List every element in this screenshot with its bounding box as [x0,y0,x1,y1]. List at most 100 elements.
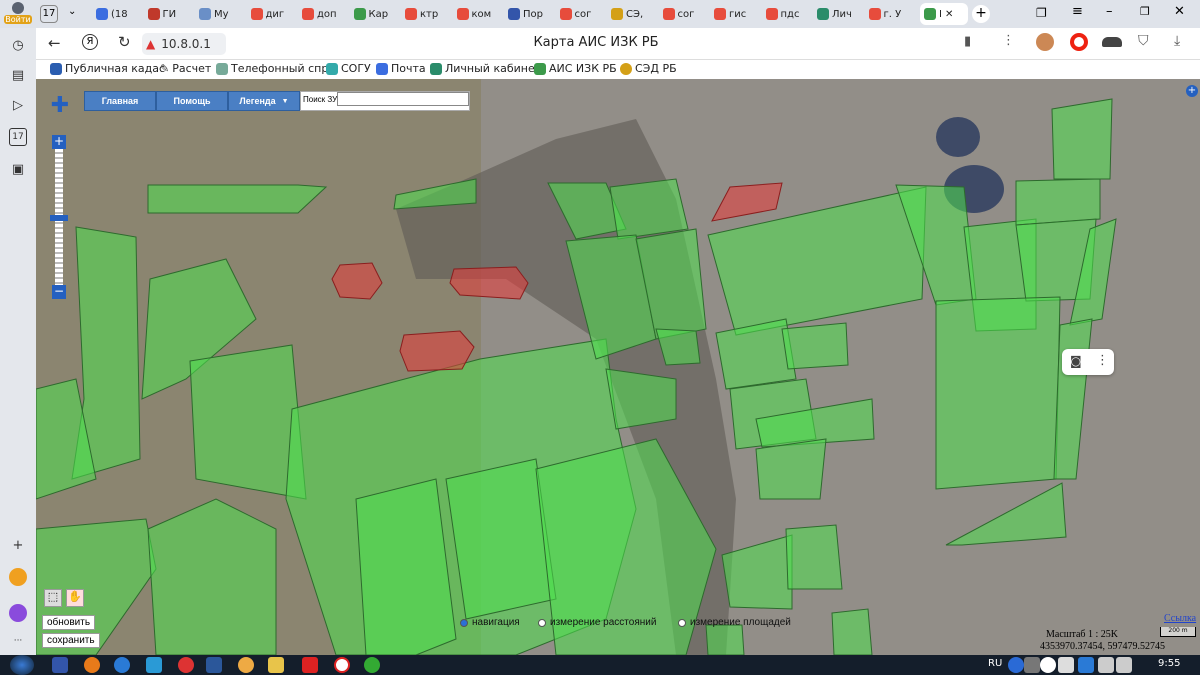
tray-icon[interactable] [1078,657,1094,673]
bookmark-item[interactable]: АИС ИЗК РБ [534,62,617,75]
extension-hat-icon[interactable] [1102,37,1122,47]
word-icon[interactable] [206,657,222,673]
browser-tab[interactable]: сог [662,3,707,25]
bookmark-item[interactable]: Публичная кадас [50,62,165,75]
permalink[interactable]: Ссылка [1164,613,1196,624]
pan-arrows-icon[interactable]: ✚ [46,87,74,127]
menu-help[interactable]: Помощь [156,91,228,111]
history-icon[interactable]: ◷ [9,36,27,54]
browser-tab[interactable]: диг [250,3,295,25]
volume-icon[interactable] [1116,657,1132,673]
refresh-button[interactable]: обновить [42,615,96,630]
parcel[interactable] [755,438,827,500]
save-button[interactable]: сохранить [42,633,100,648]
parcel[interactable] [147,498,277,655]
language-indicator[interactable]: RU [988,658,1002,669]
tab-active[interactable]: І ✕ [920,3,968,25]
browser-tab[interactable]: (18 [96,3,140,25]
parcel[interactable] [705,624,745,655]
opera-icon[interactable] [1070,33,1088,51]
mode-navigation[interactable]: навигация [460,617,520,628]
reload-icon[interactable]: ↻ [118,33,131,51]
profile-button[interactable]: Войти [4,2,32,26]
parcel[interactable] [1051,98,1113,180]
explorer-icon[interactable] [268,657,284,673]
parcel[interactable] [831,608,873,655]
browser-tab[interactable]: СЭ, [611,3,655,25]
menu-icon[interactable]: ≡ [1072,4,1083,19]
more-icon[interactable]: ⋮ [1096,353,1109,368]
calendar-icon[interactable]: 17 [9,128,27,146]
minimize-button[interactable]: – [1106,4,1113,19]
tray-icon[interactable] [1024,657,1040,673]
tab-count-badge[interactable]: 17 [40,5,58,23]
yandex-browser-icon[interactable] [334,657,350,673]
parcel[interactable] [781,322,849,370]
collections-icon[interactable]: ❐ [1036,6,1047,20]
bookmark-item[interactable]: СОГУ [326,62,371,75]
chrome-icon[interactable] [238,657,254,673]
mode-area[interactable]: измерение площадей [678,617,791,628]
alice-icon[interactable] [9,604,27,622]
help-icon[interactable] [1008,657,1024,673]
parcel[interactable] [609,178,689,240]
menu-legend[interactable]: Легенда ▼ [228,91,300,111]
map-viewport[interactable]: ✚ + − Главная Помощь Легенда ▼ Поиск ЗУ +… [36,79,1200,655]
zoom-slider-thumb[interactable] [50,215,68,221]
app-icon[interactable] [178,657,194,673]
save-app-icon[interactable] [52,657,68,673]
browser-tab[interactable]: ктр [405,3,449,25]
search-input[interactable] [337,92,469,106]
parcel[interactable] [605,368,677,430]
browser-tab[interactable]: гис [714,3,758,25]
clock[interactable]: 9:55 [1158,658,1180,669]
parcel[interactable] [785,524,843,590]
ie-icon[interactable] [114,657,130,673]
download-icon[interactable]: ⤓ [1174,33,1180,49]
video-icon[interactable]: ▷ [9,96,27,114]
mode-distance[interactable]: измерение расстояний [538,617,656,628]
network-icon[interactable] [1098,657,1114,673]
screenshot-icon[interactable]: ▣ [9,160,27,178]
browser-tab[interactable]: пдс [765,3,810,25]
parcel[interactable] [935,296,1061,490]
browser-tab[interactable]: Кар [353,3,398,25]
app-icon[interactable] [146,657,162,673]
bookmark-item[interactable]: Телефонный спра [216,62,335,75]
browser-tab[interactable]: ГИ [147,3,192,25]
more-options-icon[interactable]: ⋮ [1002,33,1015,48]
extension-icon[interactable] [1036,33,1054,51]
restricted-parcel[interactable] [399,330,475,372]
parcel[interactable] [1015,178,1101,226]
add-layer-icon[interactable]: + [1186,85,1198,97]
avast-icon[interactable] [84,657,100,673]
parcel[interactable] [147,184,328,214]
restricted-parcel[interactable] [449,266,529,300]
bookmark-item[interactable]: Почта [376,62,426,75]
zen-icon[interactable] [9,568,27,586]
browser-tab[interactable]: Му [199,3,243,25]
new-tab-button[interactable]: + [972,5,990,23]
close-window-button[interactable]: ✕ [1174,4,1185,19]
back-icon[interactable]: ← [48,34,61,52]
browser-tab[interactable]: Пор [508,3,552,25]
browser-tab[interactable]: Лич [817,3,861,25]
pan-tool-icon[interactable]: ✋ [66,589,84,607]
collections-icon[interactable]: ▤ [9,66,27,84]
bookmark-item[interactable]: СЭД РБ [620,62,677,75]
browser-tab[interactable]: сог [559,3,604,25]
url-field[interactable]: ▲ 10.8.0.1 [142,33,226,55]
menu-home[interactable]: Главная [84,91,156,111]
chrome-icon[interactable] [364,657,380,673]
shield-icon[interactable]: ⛉ [1138,33,1149,49]
tray-icon[interactable] [1058,657,1074,673]
add-panel-icon[interactable]: + [9,536,27,554]
browser-tab[interactable]: г. У [868,3,913,25]
zoom-in-button[interactable]: + [52,135,66,149]
app-icon[interactable] [302,657,318,673]
yandex-icon[interactable]: Я [82,34,98,50]
camera-icon[interactable]: ◙ [1070,354,1082,368]
restore-button[interactable]: ❐ [1140,5,1150,18]
browser-tab[interactable]: доп [302,3,346,25]
select-tool-icon[interactable]: ⬚ [44,589,62,607]
